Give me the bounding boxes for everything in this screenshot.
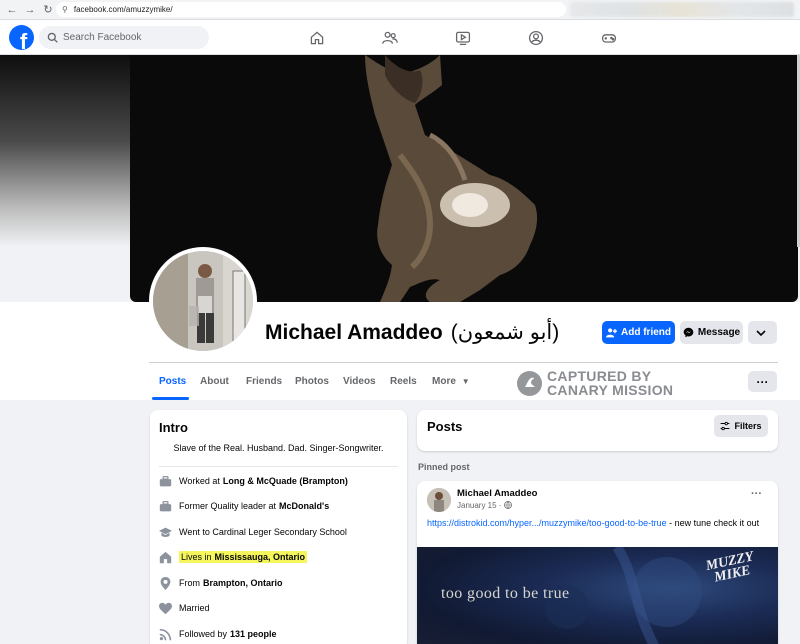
- intro-item-work: Worked at Long & McQuade (Brampton): [158, 473, 348, 489]
- forward-icon[interactable]: →: [21, 1, 39, 19]
- intro-item-from: From Brampton, Ontario: [158, 575, 283, 591]
- profile-avatar[interactable]: [149, 247, 257, 355]
- intro-item-work: Former Quality leader at McDonald's: [158, 498, 329, 514]
- facebook-logo[interactable]: f: [9, 25, 34, 50]
- url-text: facebook.com/amuzzymike/: [73, 5, 173, 14]
- home-icon: [158, 550, 172, 564]
- tabs-options-button[interactable]: ···: [748, 371, 777, 392]
- pinned-post-label: Pinned post: [418, 462, 470, 472]
- post-link[interactable]: https://distrokid.com/hyper.../muzzymike…: [427, 518, 667, 528]
- profile-name: Michael Amaddeo (أبو شمعون): [265, 320, 559, 345]
- add-friend-icon: [606, 328, 617, 338]
- back-icon[interactable]: ←: [3, 1, 21, 19]
- work-icon: [158, 499, 172, 513]
- cover-gradient: [0, 55, 130, 247]
- add-friend-label: Add friend: [621, 327, 671, 338]
- more-options-icon: ···: [756, 374, 769, 389]
- filters-icon: [721, 421, 730, 431]
- friends-icon[interactable]: [381, 29, 399, 47]
- tab-more-label: More: [432, 376, 456, 387]
- tab-videos[interactable]: Videos: [343, 376, 376, 387]
- active-tab-indicator: [152, 397, 189, 400]
- tab-posts[interactable]: Posts: [159, 376, 186, 387]
- message-button[interactable]: Message: [680, 321, 743, 344]
- tab-about[interactable]: About: [200, 376, 229, 387]
- rss-icon: [158, 627, 172, 641]
- school-icon: [158, 525, 172, 539]
- search-input[interactable]: [63, 32, 203, 43]
- header-divider: [149, 362, 778, 363]
- intro-bio: Slave of the Real. Husband. Dad. Singer-…: [173, 443, 384, 453]
- intro-item-relationship: Married: [158, 600, 210, 616]
- address-bar[interactable]: ⚲ facebook.com/amuzzymike/: [56, 2, 566, 17]
- reload-icon[interactable]: ↻: [39, 1, 57, 19]
- add-friend-button[interactable]: Add friend: [602, 321, 675, 344]
- caret-down-icon: ▼: [461, 377, 470, 386]
- location-icon: [158, 576, 172, 590]
- watermark-line-1: CAPTURED BY: [547, 368, 652, 384]
- watermark: CAPTURED BY CANARY MISSION: [517, 369, 673, 397]
- search-icon: [47, 32, 58, 43]
- facebook-header: f: [0, 20, 800, 55]
- tab-reels[interactable]: Reels: [390, 376, 417, 387]
- site-info-icon[interactable]: ⚲: [62, 5, 68, 14]
- bio-divider: [159, 466, 398, 467]
- canary-logo-icon: [517, 370, 542, 396]
- workplace-link[interactable]: Long & McQuade (Brampton): [223, 476, 348, 486]
- profile-name-text: Michael Amaddeo: [265, 321, 443, 344]
- pinned-post: Michael Amaddeo January 15 · ··· https:/…: [417, 481, 778, 644]
- post-image[interactable]: too good to be true MUZZY MIKE: [417, 547, 778, 644]
- intro-item-followers: Followed by 131 people: [158, 626, 277, 642]
- groups-icon[interactable]: [527, 29, 545, 47]
- filters-label: Filters: [734, 421, 762, 431]
- intro-item-lives-in: Lives in Mississauga, Ontario: [158, 549, 308, 565]
- followers-link[interactable]: 131 people: [230, 629, 277, 639]
- extension-area: [570, 2, 794, 17]
- post-text: https://distrokid.com/hyper.../muzzymike…: [427, 518, 760, 528]
- posts-title: Posts: [427, 419, 463, 434]
- intro-title: Intro: [159, 420, 188, 435]
- post-date[interactable]: January 15 ·: [457, 501, 512, 510]
- workplace-link[interactable]: McDonald's: [279, 501, 329, 511]
- search-box[interactable]: [39, 26, 209, 49]
- album-title: too good to be true: [441, 585, 570, 602]
- watermark-line-2: CANARY MISSION: [547, 382, 674, 398]
- chevron-down-icon: [755, 329, 766, 336]
- tab-friends[interactable]: Friends: [246, 376, 282, 387]
- intro-item-education: Went to Cardinal Leger Secondary School: [158, 524, 347, 540]
- post-options-icon[interactable]: ···: [751, 488, 762, 500]
- profile-alternate-name: (أبو شمعون): [450, 321, 560, 344]
- avatar-photo: [153, 251, 253, 351]
- profile-options-button[interactable]: [748, 321, 777, 344]
- message-label: Message: [697, 327, 741, 338]
- intro-card: Intro Slave of the Real. Husband. Dad. S…: [150, 410, 407, 644]
- filters-button[interactable]: Filters: [714, 415, 768, 437]
- video-icon[interactable]: [454, 29, 472, 47]
- work-icon: [158, 474, 172, 488]
- browser-toolbar: ← → ↻ ⚲ facebook.com/amuzzymike/: [0, 0, 800, 20]
- posts-header-card: Posts Filters: [417, 410, 778, 451]
- tab-photos[interactable]: Photos: [295, 376, 329, 387]
- home-icon[interactable]: [308, 29, 326, 47]
- heart-icon: [158, 601, 172, 615]
- post-author-avatar[interactable]: [427, 488, 451, 512]
- post-author-name[interactable]: Michael Amaddeo: [457, 488, 537, 499]
- highlighted-location: Lives in Mississauga, Ontario: [179, 551, 308, 563]
- tab-more[interactable]: More ▼: [432, 376, 470, 387]
- globe-icon: [503, 501, 512, 509]
- gaming-icon[interactable]: [600, 29, 618, 47]
- messenger-icon: [683, 327, 694, 338]
- hometown-link[interactable]: Brampton, Ontario: [203, 578, 283, 588]
- current-city-link[interactable]: Mississauga, Ontario: [215, 552, 306, 562]
